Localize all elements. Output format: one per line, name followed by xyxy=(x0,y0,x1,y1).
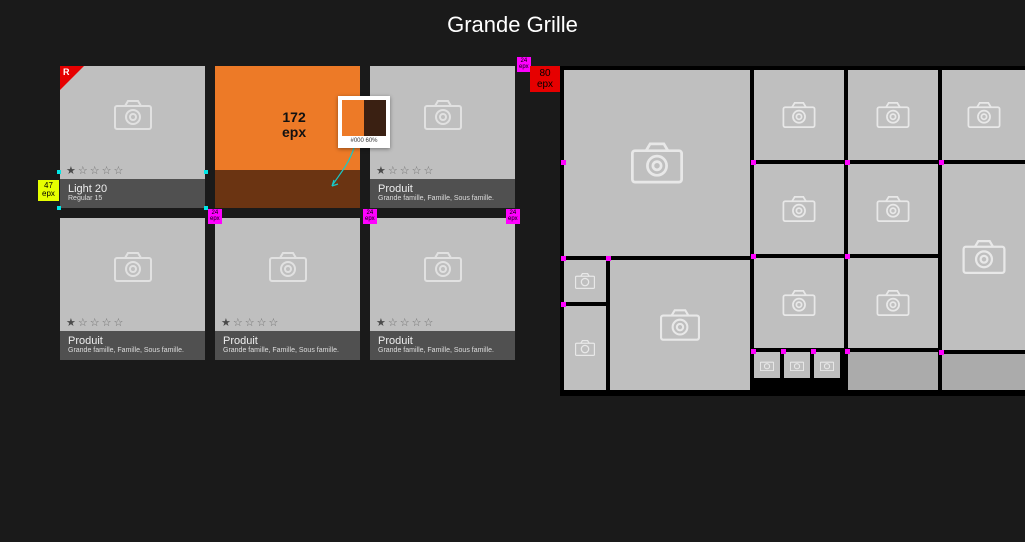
color-swatch-popover[interactable]: #000 60% xyxy=(338,96,390,148)
mosaic-cell-medium[interactable] xyxy=(848,70,938,160)
product-tile[interactable]: ★☆☆☆☆ Produit Grande famille, Famille, S… xyxy=(370,218,515,360)
grid-marker xyxy=(606,256,611,261)
annotation-gap-24: 24 epx xyxy=(506,209,520,224)
product-image-placeholder xyxy=(370,218,515,316)
page-title: Grande Grille xyxy=(0,0,1025,46)
tick-marker xyxy=(57,206,61,210)
tile-subtitle: Grande famille, Famille, Sous famille. xyxy=(378,195,507,202)
annotation-gap-24: 24 epx xyxy=(208,209,222,224)
tile-subtitle: Grande famille, Famille, Sous famille. xyxy=(68,347,197,354)
grid-marker xyxy=(561,160,566,165)
product-tile[interactable]: ★☆☆☆☆ Produit Grande famille, Famille, S… xyxy=(215,218,360,360)
grid-marker xyxy=(845,160,850,165)
mosaic-cell-tiny[interactable] xyxy=(814,352,840,378)
tile-title: Light 20 xyxy=(68,183,197,195)
tile-caption: Produit Grande famille, Famille, Sous fa… xyxy=(370,331,515,360)
grid-marker xyxy=(845,349,850,354)
mosaic-cell-short[interactable] xyxy=(848,352,938,390)
swatch-label: #000 60% xyxy=(342,138,386,144)
product-tile[interactable]: ★☆☆☆☆ Produit Grande famille, Famille, S… xyxy=(370,66,515,208)
mosaic-cell-medium[interactable] xyxy=(754,70,844,160)
swatch-color-dark xyxy=(364,100,386,136)
mosaic-cell-tiny[interactable] xyxy=(784,352,810,378)
grid-marker xyxy=(781,349,786,354)
annotation-gap-24: 24 epx xyxy=(363,209,377,224)
design-canvas: R ★☆☆☆☆ Light 20 Regular 15 ★☆☆☆☆ Produi… xyxy=(60,66,1025,506)
grid-marker xyxy=(751,160,756,165)
grid-marker xyxy=(751,349,756,354)
tile-title: Produit xyxy=(223,335,352,347)
product-image-placeholder xyxy=(370,66,515,164)
grid-marker xyxy=(939,160,944,165)
product-tile[interactable]: ★☆☆☆☆ Produit Grande famille, Famille, S… xyxy=(60,218,205,360)
mosaic-cell-medium[interactable] xyxy=(754,164,844,254)
mosaic-cell-medium[interactable] xyxy=(848,258,938,348)
grid-marker xyxy=(751,254,756,259)
mosaic-cell-small[interactable] xyxy=(564,260,606,302)
product-image-placeholder xyxy=(215,218,360,316)
mosaic-cell-small[interactable] xyxy=(564,306,606,390)
annotation-172epx: 172 epx xyxy=(282,110,306,139)
product-tile[interactable]: R ★☆☆☆☆ Light 20 Regular 15 xyxy=(60,66,205,208)
mosaic-cell-tiny[interactable] xyxy=(754,352,780,378)
mosaic-cell-large[interactable] xyxy=(564,70,750,256)
annotation-80epx: 80 epx xyxy=(530,66,560,92)
mosaic-cell-tall[interactable] xyxy=(942,164,1025,350)
tile-caption: Produit Grande famille, Famille, Sous fa… xyxy=(370,179,515,208)
annotation-47epx: 47 epx xyxy=(38,180,59,201)
grid-marker xyxy=(561,256,566,261)
tile-title: Produit xyxy=(68,335,197,347)
tile-caption: Produit Grande famille, Famille, Sous fa… xyxy=(60,331,205,360)
grid-marker xyxy=(561,302,566,307)
tile-title: Produit xyxy=(378,335,507,347)
tick-marker xyxy=(57,170,61,174)
mosaic-cell-short[interactable] xyxy=(942,354,1025,390)
tile-title: Produit xyxy=(378,183,507,195)
ribbon-badge-text: R xyxy=(63,67,70,77)
tile-subtitle: Regular 15 xyxy=(68,195,197,202)
mosaic-cell-medium[interactable] xyxy=(942,70,1025,160)
tile-caption: Light 20 Regular 15 xyxy=(60,179,205,208)
grid-marker xyxy=(939,350,944,355)
mosaic-cell-medium[interactable] xyxy=(848,164,938,254)
grid-marker xyxy=(811,349,816,354)
tile-caption: Produit Grande famille, Famille, Sous fa… xyxy=(215,331,360,360)
swatch-color-light xyxy=(342,100,364,136)
product-image-placeholder xyxy=(60,218,205,316)
tile-subtitle: Grande famille, Famille, Sous famille. xyxy=(223,347,352,354)
mosaic-cell-wide[interactable] xyxy=(610,260,750,390)
tile-subtitle: Grande famille, Famille, Sous famille. xyxy=(378,347,507,354)
tick-marker xyxy=(204,170,208,174)
mosaic-cell-medium[interactable] xyxy=(754,258,844,348)
annotation-gap-24: 24 epx xyxy=(517,57,531,72)
grid-marker xyxy=(845,254,850,259)
